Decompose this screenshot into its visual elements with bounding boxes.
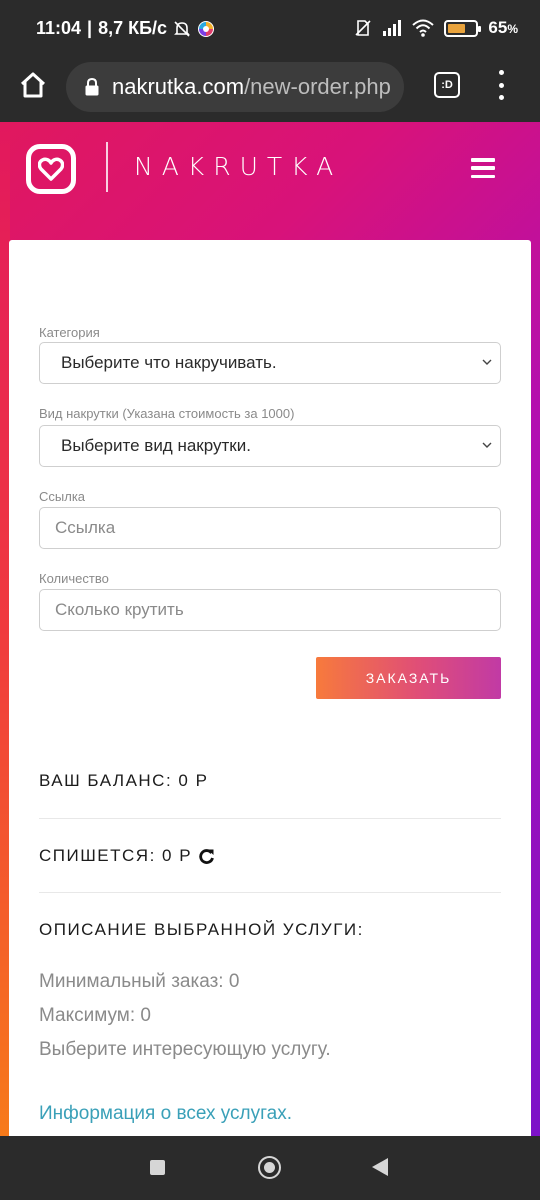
order-button[interactable]: ЗАКАЗАТЬ — [316, 657, 501, 699]
tabs-icon[interactable]: :D — [434, 72, 460, 98]
charge-value: СПИШЕТСЯ: 0 Р — [39, 846, 193, 865]
heart-logo-icon[interactable] — [26, 144, 76, 194]
category-label: Категория — [39, 325, 100, 340]
all-services-link[interactable]: Информация о всех услугах. — [39, 1103, 292, 1125]
refresh-icon[interactable] — [198, 848, 215, 865]
min-order-text: Минимальный заказ: 0 — [39, 971, 240, 992]
url-host: nakrutka.com — [112, 74, 245, 99]
link-label: Ссылка — [39, 489, 86, 504]
description-title: ОПИСАНИЕ ВЫБРАННОЙ УСЛУГИ: — [39, 920, 364, 939]
chevron-down-icon — [482, 359, 492, 365]
chevron-down-icon — [482, 442, 492, 448]
url-path: /new-order.php — [244, 74, 391, 99]
recents-button[interactable] — [150, 1160, 165, 1175]
category-select-value: Выберите что накручивать. — [61, 353, 277, 372]
home-icon[interactable] — [18, 70, 48, 100]
system-nav-bar — [0, 1136, 540, 1200]
status-separator: | — [87, 18, 93, 38]
link-input[interactable]: Ссылка — [39, 507, 501, 549]
status-right: 65% — [354, 18, 518, 38]
service-hint-text: Выберите интересующую услугу. — [39, 1039, 331, 1060]
status-left: 11:04 | 8,7 КБ/с — [36, 18, 215, 39]
quantity-label: Количество — [39, 571, 109, 586]
app-notification-icon — [198, 20, 215, 37]
link-placeholder: Ссылка — [55, 518, 116, 537]
lock-icon — [85, 77, 99, 96]
back-button[interactable] — [372, 1158, 388, 1176]
balance-value: ВАШ БАЛАНС: 0 Р — [39, 771, 209, 790]
balance-text: ВАШ БАЛАНС: 0 Р — [39, 771, 208, 791]
type-select[interactable]: Выберите вид накрутки. — [39, 425, 501, 467]
status-bar: 11:04 | 8,7 КБ/с 65% — [0, 0, 540, 58]
battery-percent: 65% — [488, 18, 518, 37]
url-bar[interactable]: nakrutka.com/new-order.php — [66, 62, 404, 112]
mute-icon — [174, 20, 190, 37]
tabs-label: :D — [441, 79, 453, 91]
web-page: NAKRUTKA Категория Выберите что накручив… — [0, 122, 540, 1136]
status-time: 11:04 — [36, 18, 82, 38]
charge-text: СПИШЕТСЯ: 0 Р — [39, 846, 215, 866]
brand-name[interactable]: NAKRUTKA — [134, 152, 342, 181]
type-select-value: Выберите вид накрутки. — [61, 436, 251, 455]
more-vert-icon[interactable] — [496, 70, 506, 100]
nosim-icon — [355, 20, 371, 36]
network-speed: 8,7 КБ/с — [98, 18, 168, 38]
battery-level — [448, 23, 466, 33]
wifi-icon — [412, 19, 435, 37]
type-label: Вид накрутки (Указана стоимость за 1000) — [39, 406, 295, 421]
quantity-placeholder: Сколько крутить — [55, 600, 184, 619]
battery-icon — [444, 19, 482, 37]
divider — [39, 892, 501, 893]
home-button[interactable] — [258, 1156, 281, 1179]
order-card: Категория Выберите что накручивать. Вид … — [9, 240, 531, 1136]
max-order-text: Максимум: 0 — [39, 1005, 151, 1026]
logo-divider — [106, 142, 108, 192]
hamburger-icon[interactable] — [471, 158, 495, 178]
browser-toolbar: nakrutka.com/new-order.php :D — [0, 58, 540, 122]
heart-icon — [38, 157, 64, 181]
category-select[interactable]: Выберите что накручивать. — [39, 342, 501, 384]
signal-icon — [383, 20, 402, 36]
quantity-input[interactable]: Сколько крутить — [39, 589, 501, 631]
divider — [39, 818, 501, 819]
